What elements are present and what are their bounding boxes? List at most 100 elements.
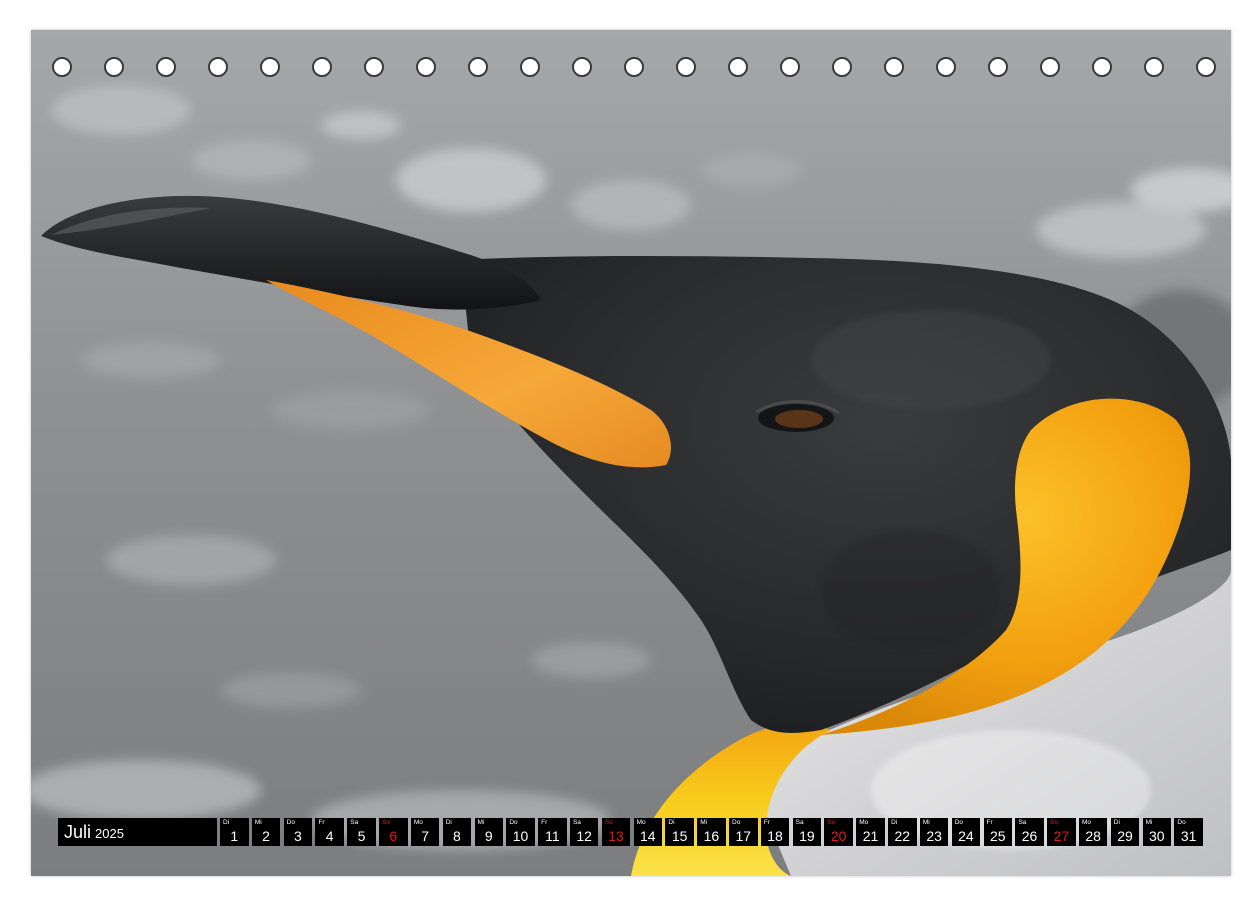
day-cell: Fr 25 bbox=[983, 818, 1012, 846]
binding-hole bbox=[1092, 57, 1112, 77]
weekday-label: Di bbox=[668, 819, 675, 826]
day-cell: Mo 14 bbox=[633, 818, 663, 846]
calendar-page: Juli 2025 Di 1 Mi 2 Do 3 Fr 4 Sa 5 So 6 Mo 7 Di 8 Mi 9 Do 1… bbox=[31, 30, 1231, 876]
day-number: 14 bbox=[640, 828, 656, 844]
day-cell: Mo 28 bbox=[1078, 818, 1108, 846]
day-cell: Di 8 bbox=[442, 818, 472, 846]
weekday-label: So bbox=[827, 819, 836, 826]
day-cell: Mi 30 bbox=[1142, 818, 1172, 846]
day-number: 27 bbox=[1053, 828, 1070, 844]
day-number: 2 bbox=[262, 828, 270, 844]
day-cell: Mo 7 bbox=[410, 818, 440, 846]
day-number: 26 bbox=[1021, 828, 1038, 844]
day-cell: Mi 9 bbox=[474, 818, 503, 846]
day-number: 11 bbox=[545, 828, 560, 844]
month-year: 2025 bbox=[95, 826, 124, 841]
binding-hole bbox=[1144, 57, 1164, 77]
binding-hole bbox=[520, 57, 540, 77]
weekday-label: Sa bbox=[572, 819, 581, 826]
weekday-label: Fr bbox=[318, 819, 325, 826]
weekday-label: Mi bbox=[700, 819, 708, 826]
day-cell: Fr 11 bbox=[538, 818, 567, 846]
weekday-label: Mo bbox=[1081, 819, 1091, 826]
weekday-label: Sa bbox=[1018, 819, 1027, 826]
day-number: 1 bbox=[230, 828, 239, 844]
day-cell: Do 10 bbox=[506, 818, 535, 846]
day-number: 29 bbox=[1117, 828, 1133, 844]
day-number: 28 bbox=[1085, 828, 1101, 844]
weekday-label: Di bbox=[891, 819, 898, 826]
weekday-label: Fr bbox=[763, 819, 770, 826]
binding-hole bbox=[104, 57, 124, 77]
day-cell: Fr 18 bbox=[760, 818, 790, 846]
day-number: 10 bbox=[512, 828, 529, 844]
penguin-photo bbox=[31, 30, 1231, 876]
weekday-label: Mi bbox=[477, 819, 485, 826]
day-number: 3 bbox=[293, 828, 302, 844]
binding-hole bbox=[572, 57, 592, 77]
day-number: 20 bbox=[830, 828, 847, 844]
day-number: 30 bbox=[1149, 828, 1165, 844]
day-cell: Fr 4 bbox=[315, 818, 344, 846]
weekday-label: Do bbox=[732, 819, 741, 826]
month-label-box: Juli 2025 bbox=[58, 818, 217, 846]
day-number: 7 bbox=[421, 828, 430, 844]
day-number: 22 bbox=[894, 828, 911, 844]
day-number: 9 bbox=[484, 828, 493, 844]
day-cell: Sa 26 bbox=[1015, 818, 1044, 846]
weekday-label: So bbox=[604, 819, 613, 826]
day-number: 15 bbox=[671, 828, 688, 844]
binding-hole bbox=[260, 57, 280, 77]
weekday-label: Sa bbox=[350, 819, 359, 826]
day-cell: Sa 19 bbox=[792, 818, 822, 846]
binding-hole bbox=[884, 57, 904, 77]
weekday-label: Mo bbox=[859, 819, 869, 826]
day-cell: So 13 bbox=[601, 818, 631, 846]
day-number: 21 bbox=[862, 828, 879, 844]
binding-hole bbox=[780, 57, 800, 77]
day-number: 23 bbox=[926, 828, 942, 844]
binding-hole bbox=[676, 57, 696, 77]
binding-hole bbox=[624, 57, 644, 77]
binding-hole bbox=[1040, 57, 1060, 77]
weekday-label: Mi bbox=[254, 819, 262, 826]
weekday-label: Di bbox=[445, 819, 452, 826]
day-number: 6 bbox=[389, 828, 398, 844]
day-cell: Do 17 bbox=[729, 818, 758, 846]
day-cell: Di 15 bbox=[665, 818, 694, 846]
day-cell: Mi 16 bbox=[697, 818, 726, 846]
binding-hole bbox=[156, 57, 176, 77]
binding-hole bbox=[312, 57, 332, 77]
day-number: 16 bbox=[703, 828, 720, 844]
day-number: 25 bbox=[989, 828, 1006, 844]
weekday-label: Mi bbox=[922, 819, 930, 826]
weekday-label: Do bbox=[286, 819, 295, 826]
day-cell: Sa 5 bbox=[347, 818, 376, 846]
binding-holes bbox=[52, 54, 1216, 80]
binding-hole bbox=[468, 57, 488, 77]
day-cell: Mo 21 bbox=[856, 818, 885, 846]
day-number: 12 bbox=[576, 828, 592, 844]
weekday-label: Mo bbox=[413, 819, 423, 826]
day-number: 17 bbox=[735, 828, 752, 844]
day-cell: Di 29 bbox=[1110, 818, 1140, 846]
day-cell: Mi 2 bbox=[251, 818, 281, 846]
weekday-label: Do bbox=[954, 819, 963, 826]
month-name: Juli bbox=[64, 821, 92, 842]
day-number: 5 bbox=[357, 828, 366, 844]
day-cell: Do 31 bbox=[1174, 818, 1203, 846]
day-number: 19 bbox=[799, 828, 815, 844]
day-cell: Di 22 bbox=[888, 818, 917, 846]
day-cell: Do 24 bbox=[951, 818, 981, 846]
day-number: 18 bbox=[767, 828, 783, 844]
binding-hole bbox=[52, 57, 72, 77]
day-cell: So 20 bbox=[824, 818, 853, 846]
weekday-label: Di bbox=[1113, 819, 1120, 826]
day-number: 13 bbox=[608, 828, 624, 844]
binding-hole bbox=[208, 57, 228, 77]
weekday-label: Sa bbox=[795, 819, 804, 826]
binding-hole bbox=[364, 57, 384, 77]
day-cell: So 6 bbox=[379, 818, 408, 846]
month-calendar-strip: Juli 2025 Di 1 Mi 2 Do 3 Fr 4 Sa 5 So 6 Mo 7 Di 8 Mi 9 Do 1… bbox=[58, 818, 1203, 846]
weekday-label: Do bbox=[1177, 819, 1186, 826]
